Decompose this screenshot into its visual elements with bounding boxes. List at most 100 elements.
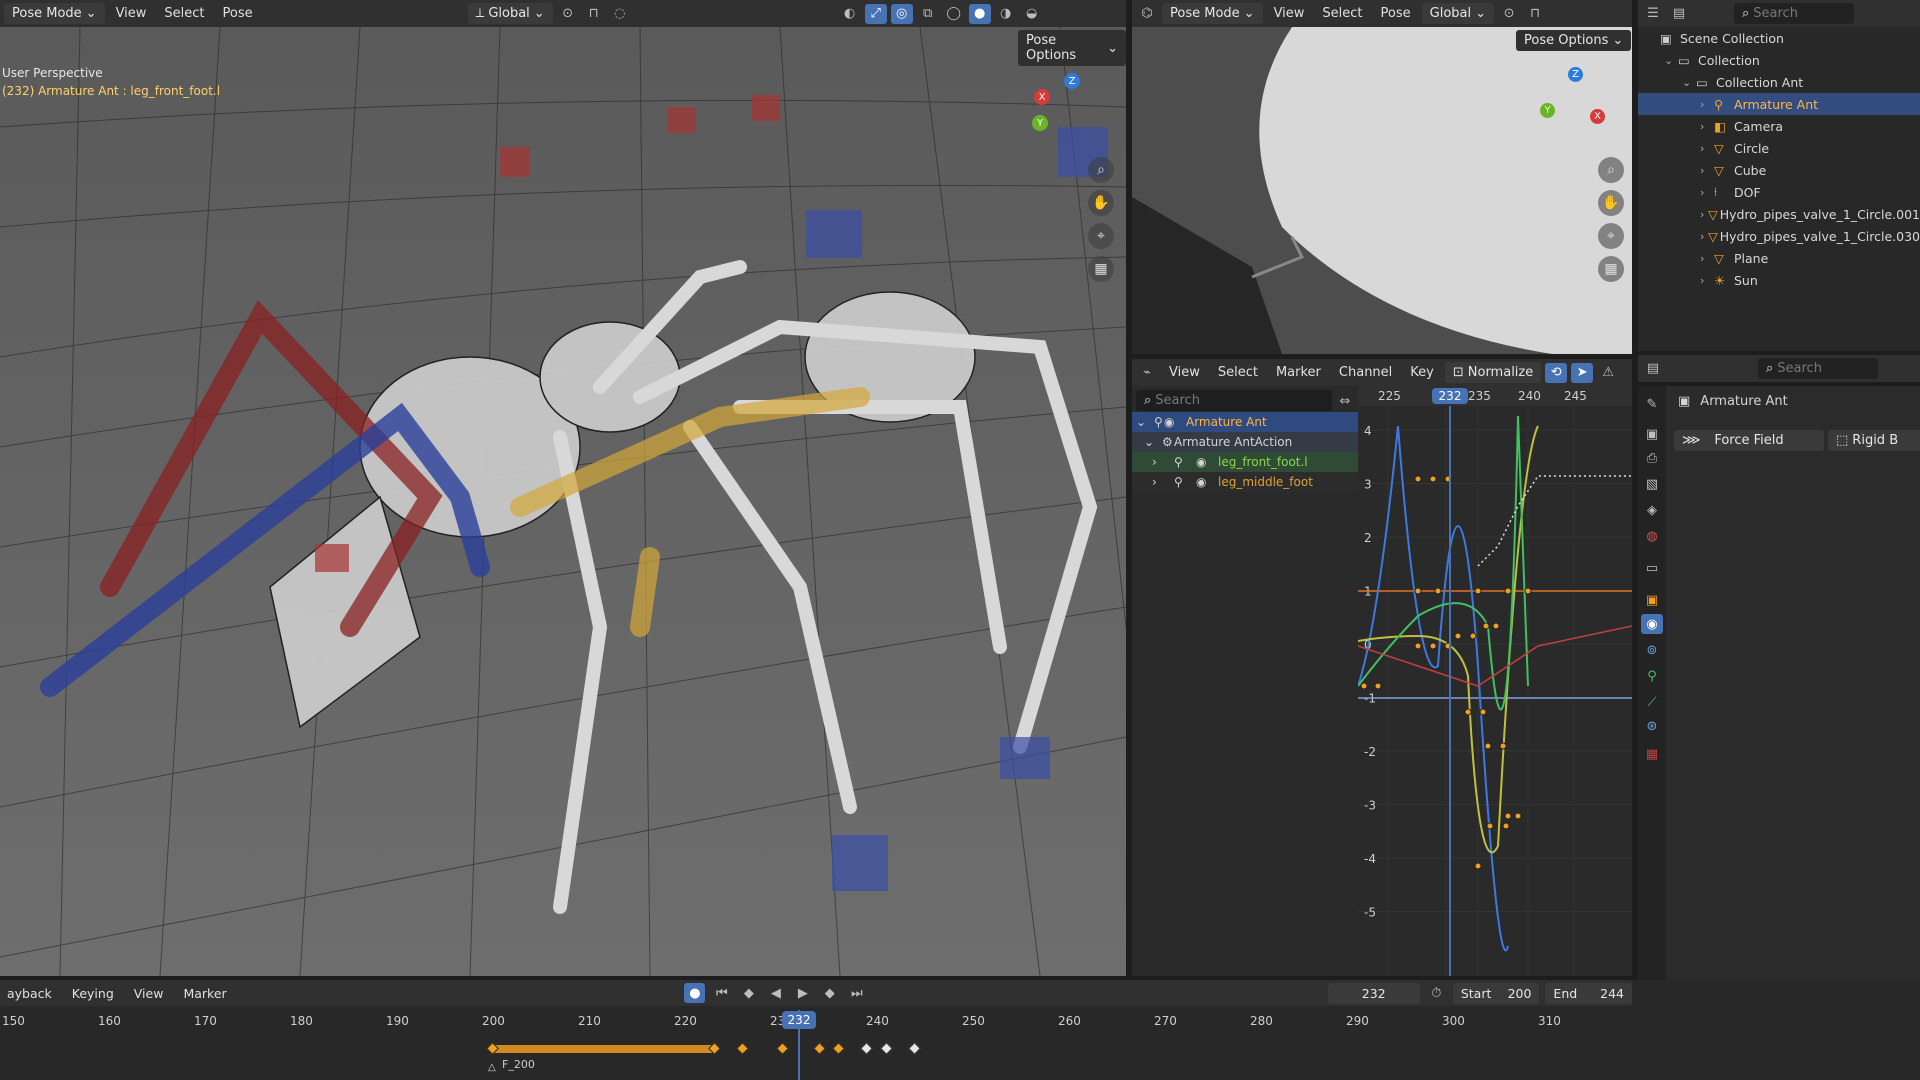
pin-icon[interactable]: ⚲	[1152, 475, 1183, 489]
jump-start-icon[interactable]: ⏮	[711, 983, 732, 1003]
expand-icon[interactable]: ›	[1700, 186, 1714, 199]
gizmo-x-icon[interactable]: X	[1590, 109, 1605, 124]
force-field-button[interactable]: ⋙ Force Field	[1674, 430, 1824, 451]
outliner-item[interactable]: › ⚲ Armature Ant	[1638, 93, 1920, 115]
gizmo-y-icon[interactable]: Y	[1540, 103, 1555, 118]
outliner-item[interactable]: › ▽ Plane	[1638, 247, 1920, 269]
start-frame-field[interactable]: Start 200	[1452, 982, 1540, 1004]
marker-label[interactable]: F_200	[502, 1058, 535, 1071]
texture-tab-icon[interactable]: ▦	[1641, 744, 1663, 764]
display-mode-icon[interactable]: ▤	[1668, 4, 1690, 24]
proportional-icon[interactable]: ◌	[609, 4, 631, 24]
outliner-item[interactable]: ⌄ ▭ Collection Ant	[1638, 71, 1920, 93]
output-tab-icon[interactable]: ⎙	[1641, 448, 1663, 468]
bone-tab-icon[interactable]: ⟋	[1641, 692, 1663, 712]
warning-icon[interactable]: ⚠	[1597, 363, 1619, 383]
swap-icon[interactable]: ⇔	[1334, 391, 1356, 411]
graph-keyframe[interactable]	[1429, 475, 1437, 483]
tool-tab-icon[interactable]: ✎	[1641, 394, 1663, 414]
timeline-keyframe[interactable]	[880, 1042, 893, 1055]
view-layer-tab-icon[interactable]: ▧	[1641, 474, 1663, 494]
shading-render-icon[interactable]: ◒	[1021, 4, 1043, 24]
graph-keyframe[interactable]	[1429, 642, 1437, 650]
expand-icon[interactable]: ›	[1132, 475, 1157, 489]
graph-keyframe[interactable]	[1374, 682, 1382, 690]
expand-icon[interactable]: ⌄	[1682, 76, 1696, 89]
collection-tab-icon[interactable]: ▭	[1641, 558, 1663, 578]
properties-search-field[interactable]: ⌕ Search	[1758, 358, 1878, 379]
timeline-keyframe[interactable]	[813, 1042, 826, 1055]
zoom-icon[interactable]: ⌕	[1088, 157, 1114, 183]
graph-keyframe[interactable]	[1524, 587, 1532, 595]
pivot-icon[interactable]: ⊙	[1498, 4, 1520, 24]
jump-end-icon[interactable]: ⏭	[846, 983, 867, 1003]
play-reverse-icon[interactable]: ◀	[765, 983, 786, 1003]
constraint-tab-icon[interactable]: ⊚	[1641, 640, 1663, 660]
eye-icon[interactable]: ◉	[1164, 415, 1182, 429]
xray-icon[interactable]: ⧉	[917, 4, 939, 24]
menu-view[interactable]: View	[1267, 3, 1312, 24]
graph-keyframe[interactable]	[1484, 742, 1492, 750]
pose-options-dropdown[interactable]: Pose Options ⌄	[1516, 30, 1632, 51]
graph-keyframe[interactable]	[1414, 475, 1422, 483]
graph-keyframe[interactable]	[1514, 812, 1522, 820]
outliner-search-field[interactable]: ⌕ Search	[1734, 3, 1854, 24]
channel-search-field[interactable]: ⌕ Search	[1136, 390, 1332, 411]
bone-constraint-tab-icon[interactable]: ⊛	[1641, 716, 1663, 736]
graph-keyframe[interactable]	[1474, 862, 1482, 870]
menu-key[interactable]: Key	[1403, 362, 1441, 383]
graph-keyframe[interactable]	[1482, 622, 1490, 630]
graph-keyframe[interactable]	[1504, 587, 1512, 595]
pan-hand-icon[interactable]: ✋	[1598, 190, 1624, 216]
expand-icon[interactable]: ›	[1700, 274, 1714, 287]
jump-key-forward-icon[interactable]: ◆	[819, 983, 840, 1003]
expand-icon[interactable]: ⌄	[1664, 54, 1678, 67]
timeline-keyframe[interactable]	[832, 1042, 845, 1055]
gizmo-x-icon[interactable]: X	[1034, 89, 1050, 105]
timeline-keyframe[interactable]	[736, 1042, 749, 1055]
record-icon[interactable]: ●	[684, 983, 706, 1003]
world-tab-icon[interactable]: ◍	[1641, 526, 1663, 546]
axis-gizmo[interactable]: Z X Y	[1032, 73, 1112, 153]
timeline-keyframe[interactable]	[908, 1042, 921, 1055]
overlay-icon[interactable]: ◎	[890, 3, 913, 24]
perspective-grid-icon[interactable]: ▦	[1598, 256, 1624, 282]
menu-pose[interactable]: Pose	[1374, 3, 1418, 24]
play-icon[interactable]: ▶	[792, 983, 813, 1003]
channel-row[interactable]: ⌄ ⚲ ◉ Armature Ant	[1132, 412, 1358, 432]
outliner-item[interactable]: ▣ Scene Collection	[1638, 27, 1920, 49]
editor-type-icon[interactable]: ⌬	[1136, 4, 1158, 24]
graph-keyframe[interactable]	[1479, 708, 1487, 716]
menu-marker[interactable]: Marker	[176, 983, 233, 1004]
end-frame-field[interactable]: End 244	[1545, 982, 1632, 1004]
expand-icon[interactable]: ›	[1700, 252, 1714, 265]
graph-curves[interactable]: 2252323524024543210-1-2-3-4-5232	[1358, 386, 1632, 976]
marker-icon[interactable]: △	[488, 1062, 496, 1073]
viewport2-canvas[interactable]: Pose Options ⌄ Z X Y ⌕ ✋ ⌖ ▦	[1132, 27, 1632, 354]
shading-material-icon[interactable]: ◑	[995, 4, 1017, 24]
menu-playback[interactable]: ayback	[0, 983, 59, 1004]
graph-keyframe[interactable]	[1499, 742, 1507, 750]
orientation-dropdown[interactable]: ⟂ Global ⌄	[467, 3, 553, 24]
editor-type-icon[interactable]: ⌁	[1136, 363, 1158, 383]
menu-select[interactable]: Select	[1315, 3, 1369, 24]
menu-select[interactable]: Select	[157, 3, 211, 24]
expand-icon[interactable]: ⌄	[1132, 415, 1146, 429]
channel-row[interactable]: › ⚲ ◉ leg_middle_foot	[1132, 472, 1358, 492]
graph-keyframe[interactable]	[1454, 632, 1462, 640]
timeline-keyframe[interactable]	[860, 1042, 873, 1055]
pin-icon[interactable]: ⚲	[1152, 455, 1183, 469]
eye-icon[interactable]: ◉	[1174, 475, 1206, 489]
editor-type-icon[interactable]: ▤	[1642, 359, 1664, 379]
cycle-icon[interactable]: ⟲	[1545, 362, 1568, 383]
pivot-icon[interactable]: ⊙	[557, 4, 579, 24]
mode-dropdown[interactable]: Pose Mode ⌄	[1162, 3, 1263, 24]
timeline-keyframes[interactable]	[0, 1036, 1632, 1066]
current-frame-badge[interactable]: 232	[782, 1011, 816, 1029]
outliner-item[interactable]: › ◧ Camera	[1638, 115, 1920, 137]
gizmo-icon[interactable]: ⤢	[864, 3, 887, 24]
expand-icon[interactable]: ›	[1700, 98, 1714, 111]
graph-keyframe[interactable]	[1492, 622, 1500, 630]
outliner-item[interactable]: › ▽ Hydro_pipes_valve_1_Circle.030	[1638, 225, 1920, 247]
outliner-item[interactable]: › ▽ Circle	[1638, 137, 1920, 159]
